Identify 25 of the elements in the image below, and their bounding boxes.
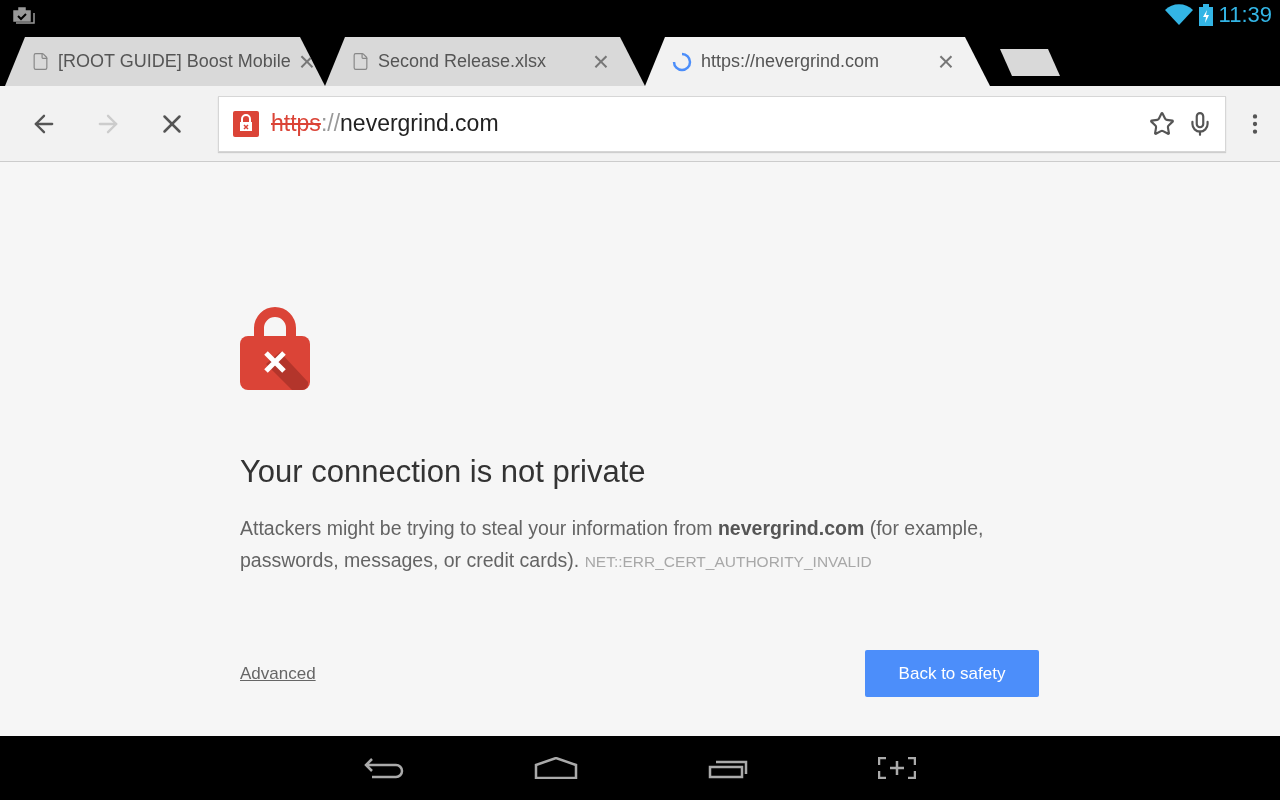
tab-title: [ROOT GUIDE] Boost Mobile	[58, 51, 291, 72]
tab-title: https://nevergrind.com	[701, 51, 881, 72]
wifi-icon	[1164, 4, 1193, 26]
broken-lock-icon	[240, 304, 310, 390]
tab-title: Second Release.xlsx	[378, 51, 548, 72]
clock-time: 11:39	[1218, 2, 1272, 28]
address-bar[interactable]: https://nevergrind.com	[218, 95, 1226, 152]
advanced-link[interactable]: Advanced	[240, 663, 316, 684]
error-heading: Your connection is not private	[240, 454, 647, 490]
bookmark-star-icon[interactable]	[1149, 110, 1175, 137]
page-icon	[351, 52, 370, 71]
page-icon	[31, 52, 50, 71]
browser-tab[interactable]: Second Release.xlsx ×	[325, 37, 645, 86]
home-icon[interactable]	[534, 757, 578, 779]
back-nav-icon[interactable]	[364, 757, 404, 779]
screenshot-icon[interactable]	[878, 757, 916, 779]
loading-spinner-icon	[671, 50, 693, 73]
close-icon[interactable]: ×	[592, 47, 609, 76]
browser-tab[interactable]: https://nevergrind.com ×	[645, 37, 990, 86]
close-icon[interactable]: ×	[937, 47, 954, 76]
battery-charging-icon	[1198, 4, 1213, 26]
briefcase-check-icon	[12, 4, 36, 26]
url-text: https://nevergrind.com	[271, 110, 500, 137]
error-description: Attackers might be trying to steal your information from nevergrind.com (for example, passwords, messages, or credit cards). NET::ERR_CERT_AUTHORITY_INVALID	[240, 516, 985, 573]
back-to-safety-button[interactable]: Back to safety	[865, 650, 1039, 697]
